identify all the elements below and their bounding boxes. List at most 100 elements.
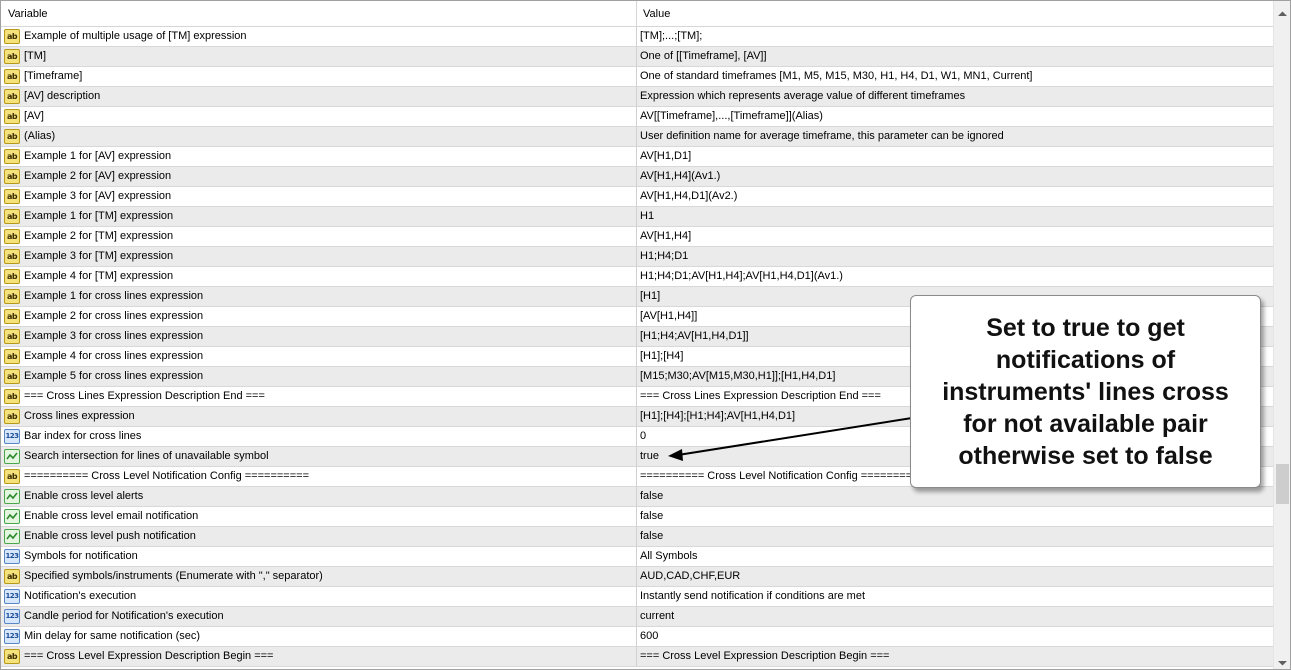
variable-name: Notification's execution [24, 590, 137, 602]
value-cell[interactable]: Instantly send notification if condition… [637, 587, 1273, 606]
table-row[interactable]: ab Example 3 for [AV] expression AV[H1,H4,… [1, 187, 1273, 207]
variable-cell: ab Example 5 for cross lines expression [1, 367, 637, 386]
variable-cell: ab ========== Cross Level Notification Co… [1, 467, 637, 486]
table-row[interactable]: Enable cross level push notification fals… [1, 527, 1273, 547]
table-row[interactable]: 123 Candle period for Notification's exec… [1, 607, 1273, 627]
icon-label: ab [6, 92, 18, 101]
icon-label: ab [6, 352, 18, 361]
table-row[interactable]: ab [AV] description Expression which repre… [1, 87, 1273, 107]
variable-name: === Cross Level Expression Description B… [24, 650, 274, 662]
variable-name: ========== Cross Level Notification Conf… [24, 470, 309, 482]
table-row[interactable]: ab Example 1 for [AV] expression AV[H1,D1] [1, 147, 1273, 167]
value-cell[interactable]: One of standard timeframes [M1, M5, M15,… [637, 67, 1273, 86]
text-icon: ab [4, 69, 20, 84]
table-row[interactable]: ab [AV] AV[[Timeframe],...,[Timeframe]](Al… [1, 107, 1273, 127]
icon-label: ab [6, 332, 18, 341]
column-header-value[interactable]: Value [637, 1, 1273, 27]
icon-label: 123 [5, 592, 19, 600]
variable-name: [AV] description [24, 90, 101, 102]
text-icon: ab [4, 29, 20, 44]
table-row[interactable]: ab Example 2 for [AV] expression AV[H1,H4]… [1, 167, 1273, 187]
variable-name: [TM] [24, 50, 46, 62]
value-cell[interactable]: AV[H1,H4] [637, 227, 1273, 246]
variable-cell: ab Example 3 for [AV] expression [1, 187, 637, 206]
callout-line: instruments' lines cross [942, 377, 1229, 406]
table-row[interactable]: ab Example 4 for [TM] expression H1;H4;D1;… [1, 267, 1273, 287]
variable-cell: ab Example 4 for [TM] expression [1, 267, 637, 286]
variable-cell: ab Example 1 for cross lines expression [1, 287, 637, 306]
icon-label: ab [6, 192, 18, 201]
variable-name: Bar index for cross lines [24, 430, 142, 442]
variable-cell: ab [Timeframe] [1, 67, 637, 86]
table-row[interactable]: ab [TM] One of [[Timeframe], [AV]] [1, 47, 1273, 67]
icon-label: ab [6, 292, 18, 301]
callout-line: Set to true to get [986, 313, 1185, 342]
table-header: Variable Value [1, 1, 1273, 27]
scrollbar-thumb[interactable] [1276, 464, 1289, 504]
variable-cell: ab Example 3 for [TM] expression [1, 247, 637, 266]
table-row[interactable]: ab Example 3 for [TM] expression H1;H4;D1 [1, 247, 1273, 267]
value-cell[interactable]: AV[H1,D1] [637, 147, 1273, 166]
table-row[interactable]: ab === Cross Level Expression Description… [1, 647, 1273, 667]
variable-cell: 123 Min delay for same notification (sec) [1, 627, 637, 646]
variable-cell: ab === Cross Level Expression Description… [1, 647, 637, 666]
icon-label: ab [6, 52, 18, 61]
variable-name: === Cross Lines Expression Description E… [24, 390, 265, 402]
icon-label: ab [6, 112, 18, 121]
vertical-scrollbar[interactable] [1273, 1, 1290, 669]
text-icon: ab [4, 369, 20, 384]
icon-label: 123 [5, 432, 19, 440]
value-cell[interactable]: AV[H1,H4,D1](Av2.) [637, 187, 1273, 206]
table-row[interactable]: 123 Symbols for notification All Symbols [1, 547, 1273, 567]
integer-icon: 123 [4, 589, 20, 604]
value-cell[interactable]: Expression which represents average valu… [637, 87, 1273, 106]
scroll-down-arrow-icon[interactable] [1274, 654, 1290, 669]
text-icon: ab [4, 129, 20, 144]
value-cell[interactable]: H1;H4;D1;AV[H1,H4];AV[H1,H4,D1](Av1.) [637, 267, 1273, 286]
value-cell[interactable]: AV[[Timeframe],...,[Timeframe]](Alias) [637, 107, 1273, 126]
value-cell[interactable]: H1;H4;D1 [637, 247, 1273, 266]
text-icon: ab [4, 89, 20, 104]
value-cell[interactable]: AUD,CAD,CHF,EUR [637, 567, 1273, 586]
table-row[interactable]: 123 Notification's execution Instantly sen… [1, 587, 1273, 607]
table-row[interactable]: ab (Alias) User definition name for averag… [1, 127, 1273, 147]
scroll-up-arrow-icon[interactable] [1274, 5, 1290, 22]
variable-cell: Enable cross level email notification [1, 507, 637, 526]
table-row[interactable]: Enable cross level email notification fal… [1, 507, 1273, 527]
variable-cell: ab [AV] description [1, 87, 637, 106]
table-row[interactable]: ab Example of multiple usage of [TM] expr… [1, 27, 1273, 47]
variable-name: Example 1 for [AV] expression [24, 150, 172, 162]
table-row[interactable]: Enable cross level alerts false [1, 487, 1273, 507]
text-icon: ab [4, 49, 20, 64]
value-cell[interactable]: H1 [637, 207, 1273, 226]
value-cell[interactable]: AV[H1,H4](Av1.) [637, 167, 1273, 186]
value-cell[interactable]: current [637, 607, 1273, 626]
variable-cell: Enable cross level push notification [1, 527, 637, 546]
text-icon: ab [4, 189, 20, 204]
value-cell[interactable]: false [637, 487, 1273, 506]
variable-cell: Enable cross level alerts [1, 487, 637, 506]
column-header-variable[interactable]: Variable [1, 1, 637, 27]
bool-icon [4, 509, 20, 524]
value-cell[interactable]: false [637, 507, 1273, 526]
variable-name: Example 2 for [TM] expression [24, 230, 174, 242]
value-cell[interactable]: One of [[Timeframe], [AV]] [637, 47, 1273, 66]
table-row[interactable]: ab Example 2 for [TM] expression AV[H1,H4] [1, 227, 1273, 247]
value-cell[interactable]: false [637, 527, 1273, 546]
table-row[interactable]: ab Example 1 for [TM] expression H1 [1, 207, 1273, 227]
callout-line: notifications of [995, 345, 1176, 374]
table-row[interactable]: ab [Timeframe] One of standard timeframes … [1, 67, 1273, 87]
text-icon: ab [4, 149, 20, 164]
table-row[interactable]: 123 Min delay for same notification (sec)… [1, 627, 1273, 647]
value-cell[interactable]: All Symbols [637, 547, 1273, 566]
bool-icon [4, 529, 20, 544]
integer-icon: 123 [4, 429, 20, 444]
value-cell[interactable]: User definition name for average timefra… [637, 127, 1273, 146]
value-cell[interactable]: 600 [637, 627, 1273, 646]
variable-name: Example 4 for cross lines expression [24, 350, 204, 362]
value-cell[interactable]: [TM];...;[TM]; [637, 27, 1273, 46]
variable-cell: ab [TM] [1, 47, 637, 66]
value-cell[interactable]: === Cross Level Expression Description B… [637, 647, 1273, 666]
variable-cell: ab Example 2 for [TM] expression [1, 227, 637, 246]
table-row[interactable]: ab Specified symbols/instruments (Enumera… [1, 567, 1273, 587]
